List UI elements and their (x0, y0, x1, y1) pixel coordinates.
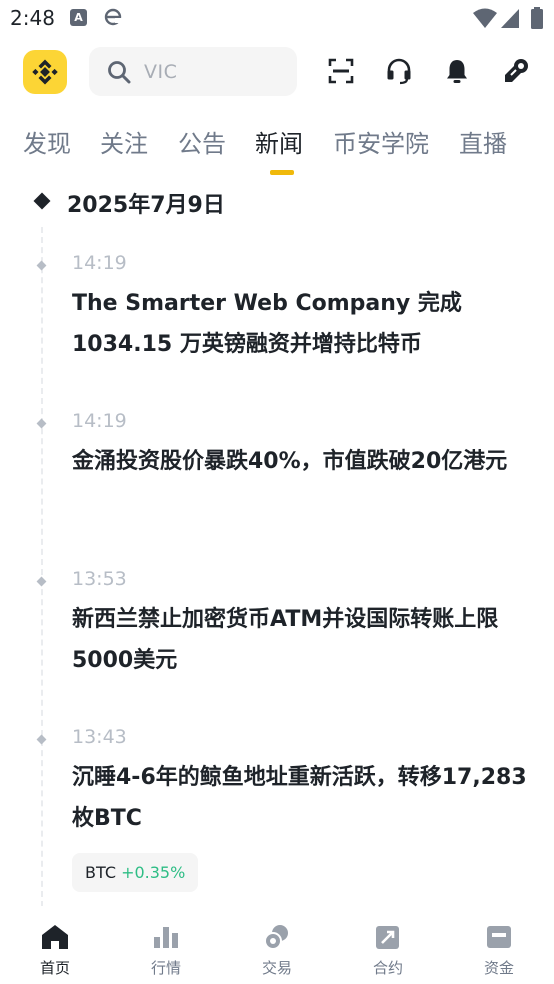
futures-icon (376, 926, 399, 949)
news-title[interactable]: 金涌投资股价暴跌40%，市值跌破20亿港元 (72, 441, 527, 482)
news-title[interactable]: 沉睡4-6年的鲸鱼地址重新活跃，转移17,283枚BTC (72, 757, 527, 839)
tab-announcements[interactable]: 公告 (178, 124, 226, 159)
timeline-dot-icon (36, 260, 47, 271)
nav-futures[interactable]: 合约 (333, 906, 443, 984)
news-title[interactable]: 新西兰禁止加密货币ATM并设国际转账上限5000美元 (72, 599, 527, 681)
cell-signal-icon (501, 9, 519, 28)
wifi-icon (473, 8, 497, 28)
a-icon: A (70, 9, 87, 26)
nav-home-label: 首页 (39, 959, 70, 977)
timeline-dot-icon (36, 576, 47, 587)
news-screen: 2:48 A VIC 发现 关注 公告 新闻 币安学院 直播 2025年7月9日… (0, 0, 554, 984)
nav-markets-label: 行情 (150, 959, 181, 977)
coin-change: +0.35% (121, 863, 186, 882)
nav-markets[interactable]: 行情 (111, 906, 221, 984)
nav-futures-label: 合约 (372, 959, 403, 977)
home-icon (42, 925, 68, 949)
search-box[interactable]: VIC (89, 47, 297, 96)
timeline-line (41, 227, 43, 907)
news-time: 14:19 (72, 252, 127, 274)
category-tabs: 发现 关注 公告 新闻 币安学院 直播 (0, 118, 554, 178)
search-input[interactable]: VIC (144, 61, 177, 83)
active-tab-indicator (270, 170, 294, 175)
search-icon (108, 61, 131, 84)
nav-home[interactable]: 首页 (0, 906, 110, 984)
trade-icon (264, 925, 288, 950)
support-headset-icon[interactable] (385, 57, 413, 85)
bottom-nav: 首页 行情 交易 合约 资金 (0, 906, 554, 984)
scan-icon[interactable] (327, 57, 355, 85)
status-time: 2:48 (10, 6, 55, 30)
markets-icon (154, 927, 178, 948)
coin-tag-btc[interactable]: BTC +0.35% (72, 853, 199, 892)
notification-bell-icon[interactable] (443, 57, 471, 85)
tab-live[interactable]: 直播 (459, 124, 507, 159)
nav-trade-label: 交易 (261, 959, 292, 977)
timeline-dot-icon (36, 734, 47, 745)
news-time: 14:19 (72, 410, 127, 432)
timeline-dot-icon (36, 418, 47, 429)
nav-wallet[interactable]: 资金 (444, 906, 554, 984)
wallet-icon (487, 926, 511, 948)
referral-icon[interactable] (502, 57, 530, 85)
news-date: 2025年7月9日 (67, 193, 225, 218)
date-header: 2025年7月9日 (0, 185, 554, 219)
status-bar: 2:48 A (0, 0, 554, 38)
news-time: 13:43 (72, 726, 127, 748)
nav-wallet-label: 资金 (483, 959, 514, 977)
news-time: 13:53 (72, 568, 127, 590)
tab-following[interactable]: 关注 (100, 124, 148, 159)
coin-symbol: BTC (85, 863, 116, 882)
news-title[interactable]: The Smarter Web Company 完成 1034.15 万英镑融资… (72, 283, 527, 365)
browser-e-icon (104, 8, 122, 26)
binance-logo-glyph (32, 59, 58, 85)
binance-logo-icon[interactable] (23, 50, 67, 94)
tab-news[interactable]: 新闻 (255, 124, 303, 159)
battery-icon (531, 7, 543, 29)
tab-academy[interactable]: 币安学院 (333, 124, 429, 159)
top-header: VIC (0, 45, 554, 101)
nav-trade[interactable]: 交易 (222, 906, 332, 984)
date-marker-icon (33, 192, 51, 210)
tab-discover[interactable]: 发现 (23, 124, 71, 159)
a-icon-glyph: A (74, 11, 83, 24)
